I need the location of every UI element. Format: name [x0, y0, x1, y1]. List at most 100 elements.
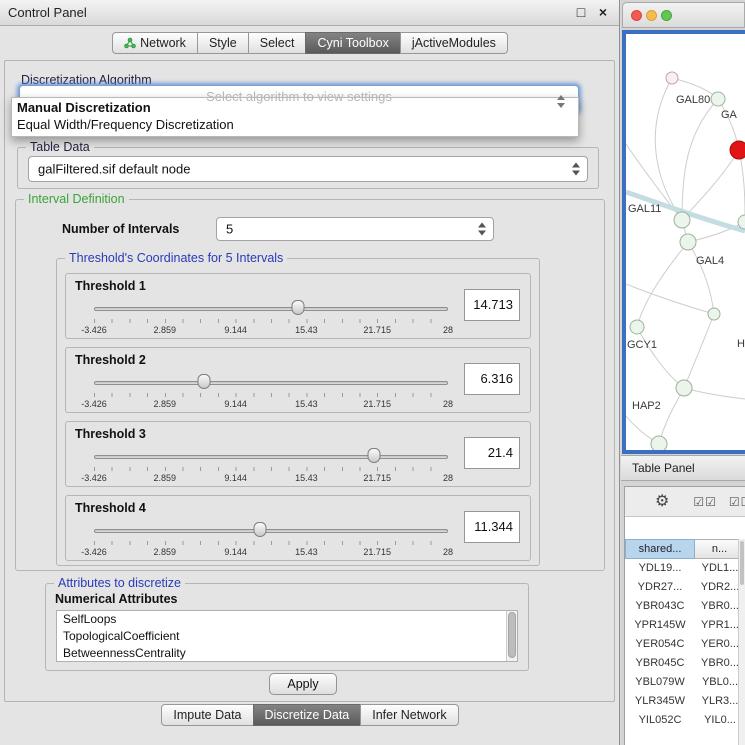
gear-icon[interactable]: ⚙ — [655, 494, 669, 510]
table-data-label: Table Data — [26, 140, 94, 154]
selected-network-node[interactable] — [730, 141, 745, 159]
float-window-icon[interactable]: □ — [573, 4, 589, 20]
tick-label: 9.144 — [224, 547, 247, 557]
network-node[interactable] — [651, 436, 667, 450]
threshold-1-slider[interactable]: -3.426 2.859 9.144 15.43 21.715 28 — [94, 298, 448, 338]
table-row[interactable]: YDR27...YDR2... — [625, 578, 745, 597]
network-node[interactable] — [630, 320, 644, 334]
tab-impute-data[interactable]: Impute Data — [161, 704, 253, 726]
tab-cyni-toolbox[interactable]: Cyni Toolbox — [305, 32, 400, 54]
threshold-4-value-field[interactable]: 11.344 — [464, 511, 520, 543]
attributes-list[interactable]: SelfLoops TopologicalCoefficient Between… — [56, 610, 518, 662]
dropdown-option-equal-width[interactable]: Equal Width/Frequency Discretization — [12, 115, 578, 132]
slider-tick-labels: -3.426 2.859 9.144 15.43 21.715 28 — [94, 325, 448, 336]
network-node[interactable] — [674, 212, 690, 228]
threshold-2-slider[interactable]: -3.426 2.859 9.144 15.43 21.715 28 — [94, 372, 448, 412]
tab-label: Discretize Data — [265, 708, 350, 722]
table-cell[interactable]: YDR27... — [625, 578, 695, 597]
top-tab-bar: Network Style Select Cyni Toolbox jActiv… — [0, 32, 620, 54]
select-all-checks-icon[interactable]: ☑☑ — [693, 495, 717, 509]
table-panel-titlebar[interactable]: Table Panel — [621, 455, 745, 481]
slider-track[interactable] — [94, 381, 448, 385]
zoom-traffic-light-icon[interactable] — [661, 10, 672, 21]
slider-track[interactable] — [94, 529, 448, 533]
table-row[interactable]: YLR345WYLR3... — [625, 692, 745, 711]
combo-stepper-icon — [478, 223, 487, 236]
network-node[interactable] — [711, 92, 725, 106]
table-cell[interactable]: YBR045C — [625, 654, 695, 673]
slider-thumb[interactable] — [197, 374, 210, 389]
threshold-1-value-field[interactable]: 14.713 — [464, 289, 520, 321]
attributes-group: Attributes to discretize Numerical Attri… — [45, 583, 529, 671]
threshold-3-value-field[interactable]: 21.4 — [464, 437, 520, 469]
table-cell[interactable]: YLR345W — [625, 692, 695, 711]
table-row[interactable]: YBL079WYBL0... — [625, 673, 745, 692]
tab-select[interactable]: Select — [248, 32, 307, 54]
network-view-window: GAL80 GA GAL11 GAL4 GCY1 H HAP2 — [622, 2, 745, 454]
tab-network[interactable]: Network — [112, 32, 198, 54]
column-header-shared-name[interactable]: shared... — [625, 539, 695, 559]
attribute-item[interactable]: SelfLoops — [57, 611, 517, 628]
table-row[interactable]: YDL19...YDL1... — [625, 559, 745, 578]
network-canvas[interactable]: GAL80 GA GAL11 GAL4 GCY1 H HAP2 — [626, 34, 745, 450]
control-panel-titlebar[interactable]: Control Panel □ × — [0, 0, 619, 26]
slider-thumb[interactable] — [292, 300, 305, 315]
tick-label: 15.43 — [295, 325, 318, 335]
select-none-checks-icon[interactable]: ☑☐ — [729, 495, 745, 509]
table-cell[interactable]: YPR145W — [625, 616, 695, 635]
apply-button[interactable]: Apply — [269, 673, 337, 695]
network-node[interactable] — [680, 234, 696, 250]
close-traffic-light-icon[interactable] — [631, 10, 642, 21]
threshold-1-panel: Threshold 1 -3.426 2.859 9.144 15.43 21.… — [65, 273, 531, 339]
combo-stepper-icon[interactable] — [557, 95, 566, 108]
tick-label: 15.43 — [295, 473, 318, 483]
table-cell[interactable]: YBR043C — [625, 597, 695, 616]
slider-thumb[interactable] — [254, 522, 267, 537]
table-row[interactable]: YBR045CYBR0... — [625, 654, 745, 673]
attributes-group-label: Attributes to discretize — [54, 576, 185, 590]
table-cell[interactable]: YIL052C — [625, 711, 695, 730]
tab-discretize-data[interactable]: Discretize Data — [253, 704, 362, 726]
table-row[interactable]: YER054CYER0... — [625, 635, 745, 654]
tab-label: Impute Data — [173, 708, 241, 722]
tab-jactivemodules[interactable]: jActiveModules — [400, 32, 508, 54]
scrollbar-thumb[interactable] — [740, 541, 744, 585]
table-cell[interactable]: YBL079W — [625, 673, 695, 692]
table-row[interactable]: YIL052CYIL0... — [625, 711, 745, 730]
threshold-3-slider[interactable]: -3.426 2.859 9.144 15.43 21.715 28 — [94, 446, 448, 486]
network-node[interactable] — [666, 72, 678, 84]
number-of-intervals-value: 5 — [226, 222, 233, 237]
tab-label: Style — [209, 36, 237, 50]
table-scrollbar[interactable] — [738, 539, 745, 745]
tick-label: 9.144 — [224, 473, 247, 483]
control-panel-window: Control Panel □ × Network Style Select C… — [0, 0, 620, 745]
attributes-scrollbar[interactable] — [506, 611, 517, 661]
network-window-titlebar[interactable] — [622, 2, 745, 28]
attribute-item[interactable]: TopologicalCoefficient — [57, 628, 517, 645]
scrollbar-thumb[interactable] — [508, 612, 516, 658]
tab-style[interactable]: Style — [197, 32, 249, 54]
table-cell[interactable]: YDL19... — [625, 559, 695, 578]
tick-label: 2.859 — [154, 399, 177, 409]
slider-tickmarks — [94, 319, 448, 323]
close-icon[interactable]: × — [595, 4, 611, 20]
table-row[interactable]: YBR043CYBR0... — [625, 597, 745, 616]
table-row[interactable]: YPR145WYPR1... — [625, 616, 745, 635]
network-node[interactable] — [676, 380, 692, 396]
slider-track[interactable] — [94, 307, 448, 311]
threshold-2-value-field[interactable]: 6.316 — [464, 363, 520, 395]
tick-label: 21.715 — [363, 399, 391, 409]
threshold-4-label: Threshold 4 — [75, 501, 146, 515]
tab-infer-network[interactable]: Infer Network — [360, 704, 458, 726]
slider-thumb[interactable] — [367, 448, 380, 463]
minimize-traffic-light-icon[interactable] — [646, 10, 657, 21]
attribute-item[interactable]: BetweennessCentrality — [57, 645, 517, 662]
threshold-4-slider[interactable]: -3.426 2.859 9.144 15.43 21.715 28 — [94, 520, 448, 560]
table-panel-window: ⚙ ☑☑ ☑☐ shared... n... YDL19...YDL1... Y… — [624, 486, 745, 745]
table-data-combobox[interactable]: galFiltered.sif default node — [28, 156, 588, 182]
number-of-intervals-combobox[interactable]: 5 — [216, 217, 494, 241]
tick-label: 15.43 — [295, 547, 318, 557]
slider-track[interactable] — [94, 455, 448, 459]
network-node[interactable] — [708, 308, 720, 320]
table-cell[interactable]: YER054C — [625, 635, 695, 654]
